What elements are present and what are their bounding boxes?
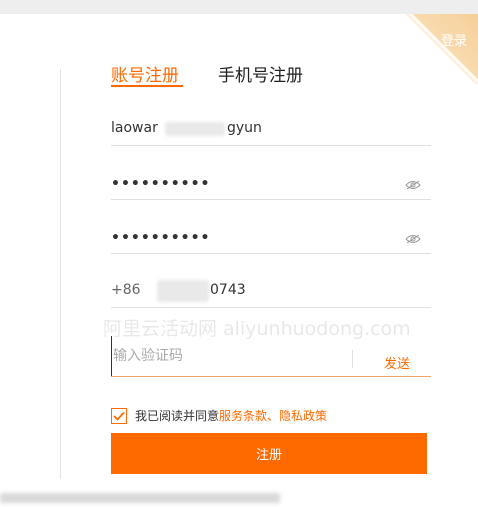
confirm-password-value: •••••••••• [111, 230, 211, 246]
password-field[interactable]: •••••••••• [111, 170, 431, 200]
corner-fold [404, 14, 478, 84]
password-value: •••••••••• [111, 176, 211, 192]
phone-value-end: 0743 [210, 282, 246, 298]
vertical-divider [60, 69, 61, 479]
redaction-blur [157, 280, 209, 302]
username-value-start: laowar [111, 120, 158, 136]
checkmark-icon [113, 411, 125, 421]
agreement-separator: 、 [267, 409, 280, 423]
register-button[interactable]: 注册 [111, 433, 427, 474]
agreement-prefix: 我已阅读并同意 [135, 409, 220, 423]
bottom-redaction-blur [0, 493, 280, 503]
privacy-link[interactable]: 隐私政策 [279, 407, 327, 424]
username-value-end: gyun [227, 120, 262, 136]
register-card: 登录 账号注册 手机号注册 laowar gyun •••••••••• •••… [0, 14, 478, 507]
country-code-prefix[interactable]: +86 [111, 282, 141, 298]
tab-phone-register[interactable]: 手机号注册 [218, 61, 303, 86]
confirm-password-field[interactable]: •••••••••• [111, 224, 431, 254]
phone-field[interactable]: +86 0743 [111, 278, 431, 308]
eye-hidden-icon[interactable] [405, 180, 421, 190]
tab-account-register[interactable]: 账号注册 [111, 61, 179, 86]
code-separator [352, 350, 353, 368]
agreement-row: 我已阅读并同意 服务条款 、 隐私政策 [111, 407, 327, 424]
terms-link[interactable]: 服务条款 [219, 407, 267, 424]
verification-code-input[interactable] [111, 336, 351, 376]
login-corner-label[interactable]: 登录 [441, 30, 467, 49]
redaction-blur [165, 122, 225, 136]
agreement-checkbox[interactable] [111, 407, 127, 424]
eye-hidden-icon[interactable] [405, 234, 421, 244]
send-code-button[interactable]: 发送 [384, 353, 410, 372]
username-field[interactable]: laowar gyun [111, 116, 431, 146]
active-tab-underline [111, 85, 183, 87]
verification-code-field: 发送 [111, 336, 431, 377]
